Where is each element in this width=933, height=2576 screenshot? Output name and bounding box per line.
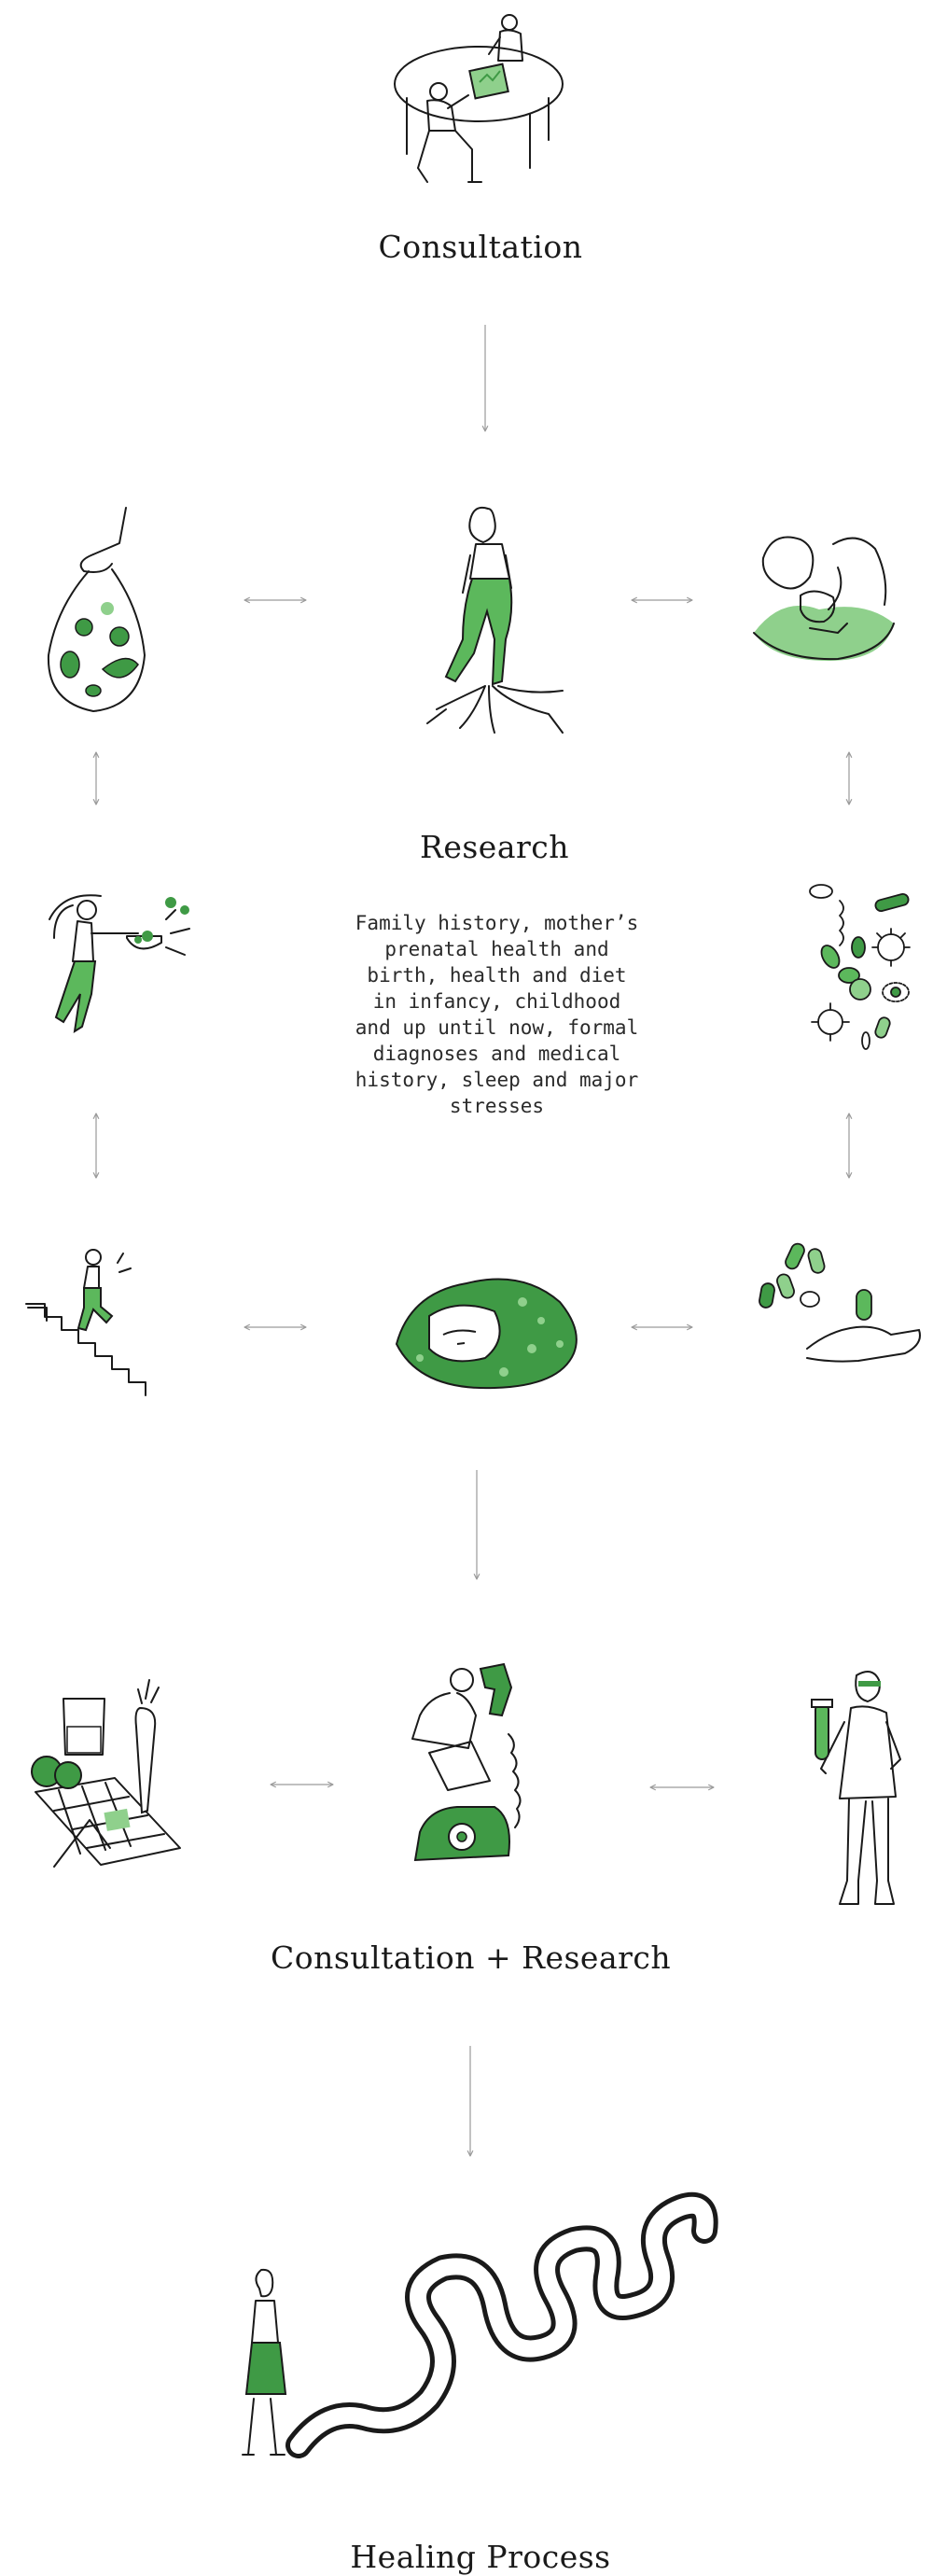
woman-roots-icon	[409, 499, 572, 737]
pills-hand-icon	[756, 1241, 924, 1367]
diet-calendar-icon	[26, 1671, 185, 1895]
microbes-icon	[802, 882, 919, 1059]
stairs-runner-icon	[26, 1246, 175, 1395]
phone-call-icon	[401, 1659, 550, 1883]
research-title: Research	[419, 829, 570, 865]
winding-path-icon	[233, 2184, 714, 2464]
family-embrace-icon	[745, 521, 903, 661]
cooking-woman-icon	[35, 882, 208, 1050]
consultation-table-icon	[390, 9, 567, 191]
grocery-bag-icon	[37, 506, 159, 716]
consultation-title: Consultation	[378, 229, 583, 265]
lab-scientist-icon	[802, 1666, 919, 1913]
sleeping-person-icon	[392, 1265, 583, 1391]
healing-process-title: Healing Process	[350, 2539, 611, 2575]
consultation-research-title: Consultation + Research	[271, 1939, 672, 1976]
research-description: Family history, mother’s prenatal health…	[355, 912, 639, 1117]
